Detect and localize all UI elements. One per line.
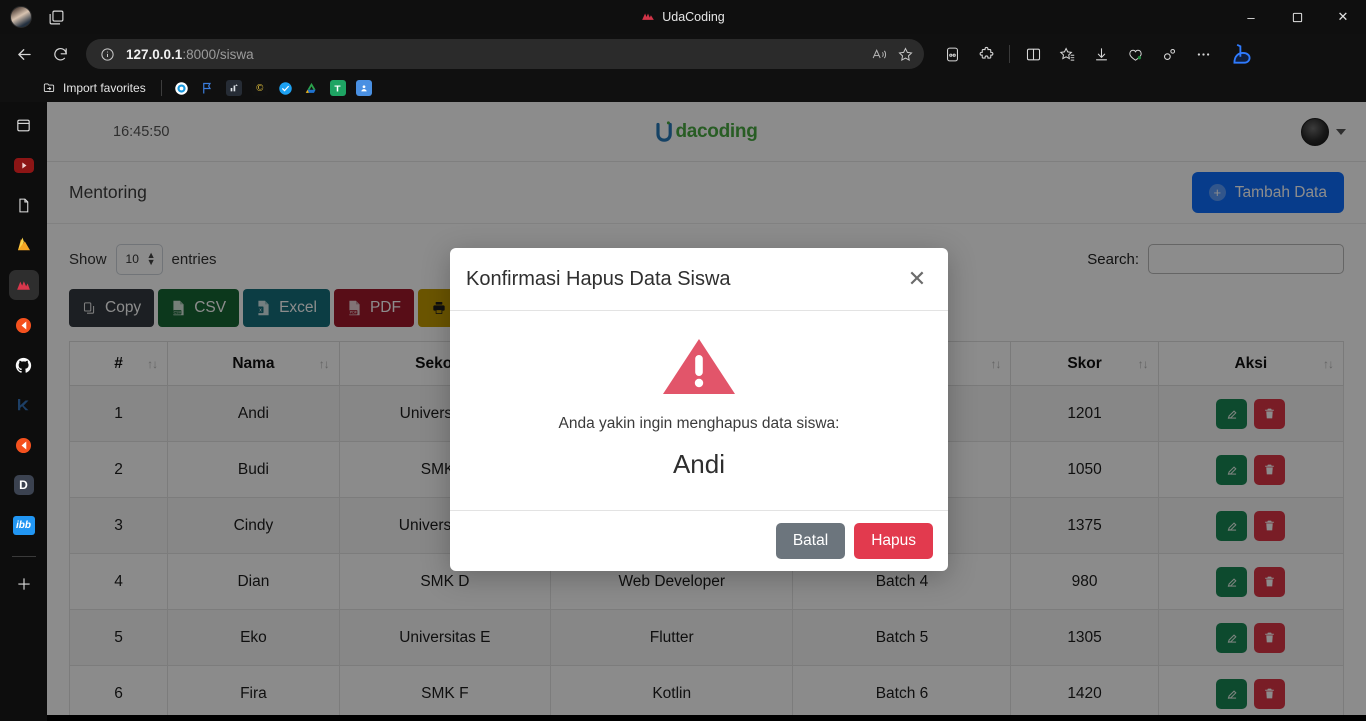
confirm-delete-button[interactable]: Hapus	[854, 523, 933, 559]
appwrite2-icon[interactable]	[9, 430, 39, 460]
cancel-button[interactable]: Batal	[775, 523, 846, 559]
address-bar[interactable]: 127.0.0.1:8000/siswa	[86, 39, 924, 69]
back-arrow-icon[interactable]	[8, 38, 40, 70]
flag-icon[interactable]	[195, 77, 221, 99]
copyright-icon[interactable]: ©	[247, 77, 273, 99]
browser-essentials-icon[interactable]	[1119, 38, 1151, 70]
profile-settings-icon[interactable]	[1153, 38, 1185, 70]
contacts-icon[interactable]	[351, 77, 377, 99]
firebase-icon[interactable]	[9, 230, 39, 260]
browser-profile-avatar[interactable]	[10, 6, 32, 28]
favorites-bar: Import favorites ©	[0, 74, 1366, 102]
window-title: UdaCoding	[662, 10, 725, 24]
laravel-icon[interactable]	[8, 270, 39, 300]
restore-button[interactable]	[1274, 0, 1320, 34]
github-icon[interactable]	[9, 350, 39, 380]
ibb-icon[interactable]: ibb	[9, 510, 39, 540]
collections-icon[interactable]	[1051, 38, 1083, 70]
extensions-icon[interactable]	[970, 38, 1002, 70]
youtube-icon[interactable]	[9, 150, 39, 180]
wallet-icon[interactable]	[936, 38, 968, 70]
close-x-icon[interactable]: ✕	[902, 264, 932, 294]
modal-header: Konfirmasi Hapus Data Siswa ✕	[450, 248, 948, 311]
browser-titlebar: UdaCoding – ✕	[0, 0, 1366, 34]
copilot-bing-icon[interactable]	[1227, 39, 1257, 69]
url-host: 127.0.0.1	[126, 46, 183, 62]
kaggle-icon[interactable]	[9, 390, 39, 420]
toolbar-divider	[1009, 45, 1010, 63]
favorites-divider	[160, 80, 162, 96]
document-icon[interactable]	[9, 190, 39, 220]
browser-window: UdaCoding – ✕ 127.0.0.1:8000/siswa Impor…	[0, 0, 1366, 721]
rail-divider	[11, 556, 36, 557]
edge-sidebar-rail: D ibb	[0, 102, 47, 721]
sheets-icon[interactable]	[325, 77, 351, 99]
page-viewport: 16:45:50 dacoding Mentoring + Tambah Dat…	[47, 102, 1366, 721]
browser-toolbar-icons	[936, 38, 1257, 70]
import-favorites-button[interactable]: Import favorites	[34, 78, 154, 98]
analytics-icon[interactable]	[221, 77, 247, 99]
star-icon[interactable]	[892, 41, 918, 67]
split-screen-icon[interactable]	[1017, 38, 1049, 70]
modal-title: Konfirmasi Hapus Data Siswa	[466, 267, 731, 290]
window-bottom-edge	[47, 715, 1366, 721]
modal-body: Anda yakin ingin menghapus data siswa: A…	[450, 311, 948, 510]
modal-footer: Batal Hapus	[450, 510, 948, 571]
dev-icon[interactable]: D	[9, 470, 39, 500]
active-tab-title-area: UdaCoding	[0, 0, 1366, 34]
import-favorites-label: Import favorites	[63, 81, 146, 95]
more-options-icon[interactable]	[1187, 38, 1219, 70]
drive-icon[interactable]	[299, 77, 325, 99]
url-text: 127.0.0.1:8000/siswa	[126, 47, 866, 62]
chrome-icon[interactable]	[169, 77, 195, 99]
info-circle-icon[interactable]	[98, 45, 116, 63]
downloads-icon[interactable]	[1085, 38, 1117, 70]
modal-student-name: Andi	[672, 449, 726, 479]
laravel-favicon-icon	[641, 10, 655, 24]
reload-icon[interactable]	[44, 38, 76, 70]
close-window-button[interactable]: ✕	[1320, 0, 1366, 34]
window-controls: – ✕	[1228, 0, 1366, 34]
delete-confirmation-modal: Konfirmasi Hapus Data Siswa ✕ Anda yakin…	[450, 248, 948, 571]
url-path: :8000/siswa	[182, 46, 254, 62]
check-icon[interactable]	[273, 77, 299, 99]
warning-triangle-icon	[663, 339, 735, 394]
appwrite-icon[interactable]	[9, 310, 39, 340]
read-aloud-icon[interactable]	[866, 41, 892, 67]
app-panel-icon[interactable]	[9, 110, 39, 140]
browser-navbar: 127.0.0.1:8000/siswa	[0, 34, 1366, 74]
minimize-button[interactable]: –	[1228, 0, 1274, 34]
tab-actions-icon[interactable]	[46, 7, 66, 27]
add-icon[interactable]	[9, 569, 39, 599]
modal-question: Anda yakin ingin menghapus data siswa:	[558, 415, 840, 432]
